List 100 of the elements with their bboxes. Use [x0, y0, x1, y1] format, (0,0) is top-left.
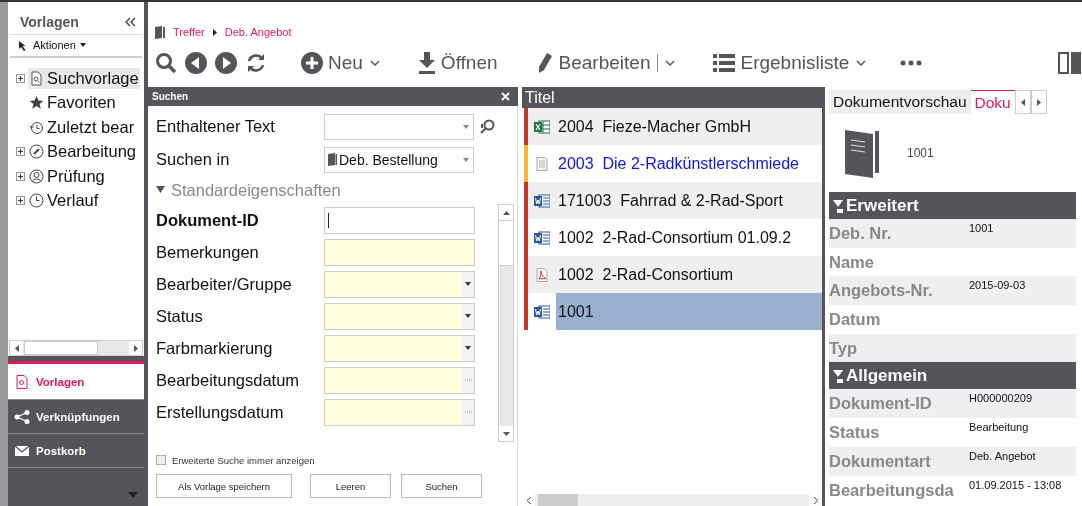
chevron-down-icon: [369, 60, 380, 66]
result-item[interactable]: 1002 2-Rad-Consortium 01.09.2: [556, 219, 822, 256]
scroll-right-button[interactable]: [1030, 90, 1047, 114]
spreadsheet-icon: [534, 119, 550, 134]
word-document-icon: [534, 304, 550, 319]
nav-tab[interactable]: Verknüpfungen: [8, 400, 144, 434]
expand-icon[interactable]: [16, 147, 25, 157]
field-label: Bemerkungen: [156, 242, 260, 262]
checkbox[interactable]: [156, 455, 166, 465]
date-field[interactable]: [324, 366, 475, 394]
section-header[interactable]: Allgemein: [829, 362, 1076, 390]
search-icon[interactable]: [480, 118, 496, 135]
dropdown-field[interactable]: [324, 302, 475, 330]
nav-tab[interactable]: Postkorb: [8, 434, 144, 468]
dropdown-field[interactable]: [324, 334, 475, 362]
note-icon: [534, 156, 550, 171]
search-icon[interactable]: [155, 52, 177, 74]
field-label: Enthaltener Text: [156, 117, 276, 136]
word-document-icon: [534, 193, 550, 208]
scroll-left-button[interactable]: [1014, 90, 1031, 114]
arrow-down-icon: [502, 431, 510, 436]
breadcrumb-link[interactable]: Deb. Angebot: [224, 26, 292, 38]
panel-layout-icon[interactable]: [1058, 52, 1082, 74]
chevron-down-icon: [665, 60, 676, 66]
chevron-down-icon: [856, 60, 867, 66]
combo-field[interactable]: Deb. Bestellung: [324, 146, 474, 173]
toolbar-button[interactable]: Öffnen: [413, 52, 502, 74]
horizontal-scrollbar[interactable]: [522, 494, 822, 506]
tab[interactable]: Dokumentvorschau: [829, 90, 971, 114]
property-label: Name: [829, 251, 875, 272]
pdf-icon: [534, 267, 550, 282]
property-value: Bearbeitung: [969, 420, 1029, 434]
more-icon[interactable]: [900, 60, 923, 66]
breadcrumb-link[interactable]: Treffer: [173, 26, 205, 38]
property-label: Deb. Nr.: [829, 223, 893, 243]
scrollbar-thumb[interactable]: [538, 494, 578, 506]
tree-item[interactable]: Zuletzt bear: [28, 116, 136, 138]
star-icon: [29, 95, 44, 111]
column-header[interactable]: Titel: [522, 87, 822, 108]
envelope-icon: [14, 443, 30, 458]
person-icon: [29, 168, 44, 184]
tree-item[interactable]: Bearbeitung: [28, 141, 137, 163]
result-item[interactable]: 1001: [556, 293, 822, 330]
tree-item[interactable]: Suchvorlage: [28, 67, 140, 89]
expand-icon[interactable]: [16, 196, 25, 206]
section-header[interactable]: Erweitert: [829, 192, 1076, 219]
horizontal-scrollbar[interactable]: [9, 340, 143, 356]
arrow-left-icon: [1020, 98, 1025, 106]
property-value: H000000209: [969, 391, 1032, 405]
caret-icon: [465, 282, 471, 286]
book-icon: [845, 128, 879, 178]
input-field[interactable]: [324, 206, 475, 234]
field-label: Farbmarkierung: [156, 338, 274, 358]
forward-icon[interactable]: [215, 52, 237, 74]
toolbar-button[interactable]: Ergebnisliste: [709, 52, 871, 74]
download-icon: [417, 52, 436, 74]
scrollbar-thumb[interactable]: [499, 220, 513, 266]
toolbar-button[interactable]: Neu: [297, 52, 384, 74]
actions-menu[interactable]: Aktionen: [10, 35, 142, 58]
property-label: Dokumentart: [829, 450, 932, 471]
tree-item[interactable]: Verlauf: [28, 190, 100, 212]
expand-icon[interactable]: [16, 73, 25, 83]
date-field[interactable]: [324, 398, 475, 426]
document-number: 1001: [907, 146, 934, 160]
list-icon: [713, 53, 736, 73]
form-button[interactable]: Suchen: [401, 474, 482, 498]
checkbox-label: Erweiterte Suche immer anzeigen: [172, 454, 315, 466]
input-field[interactable]: [324, 238, 475, 266]
arrow-right-icon: [1036, 98, 1041, 106]
refresh-icon[interactable]: [245, 52, 267, 74]
scrollbar-thumb[interactable]: [24, 341, 98, 355]
word-document-icon: [534, 230, 550, 245]
result-item[interactable]: 2003 Die 2-Radkünstlerschmiede: [556, 145, 822, 182]
field-label: Bearbeitungsdatum: [156, 370, 301, 390]
back-icon[interactable]: [185, 52, 207, 74]
property-value: 1001: [969, 221, 994, 234]
property-label: Typ: [829, 337, 859, 358]
collapse-icon[interactable]: [124, 17, 136, 27]
vertical-scrollbar[interactable]: [498, 204, 514, 442]
toolbar-button[interactable]: Bearbeiten: [531, 52, 680, 74]
splitter-handle[interactable]: [8, 356, 144, 364]
tree-item[interactable]: Prüfung: [28, 165, 106, 187]
expand-icon[interactable]: [16, 171, 25, 181]
share-icon: [14, 409, 30, 424]
form-button[interactable]: Leeren: [310, 474, 391, 498]
tree-item[interactable]: Favoriten: [28, 92, 117, 114]
field-label: Erstellungsdatum: [156, 402, 285, 422]
section-toggle[interactable]: Standardeigenschaften: [156, 176, 514, 204]
chevron-icon: [212, 28, 217, 36]
field-label: Bearbeiter/Gruppe: [156, 274, 293, 294]
property-label: Bearbeitungsda: [829, 479, 955, 500]
field-value: Deb. Bestellung: [339, 151, 438, 168]
close-icon[interactable]: [501, 92, 510, 101]
property-label: Dokument-ID: [829, 393, 933, 414]
combo-field[interactable]: [324, 113, 474, 140]
caret-icon[interactable]: [128, 492, 138, 498]
property-label: Status: [829, 422, 881, 443]
dropdown-field[interactable]: [324, 270, 475, 298]
caret-icon: [465, 346, 471, 350]
form-button[interactable]: Als Vorlage speichern: [156, 474, 292, 498]
